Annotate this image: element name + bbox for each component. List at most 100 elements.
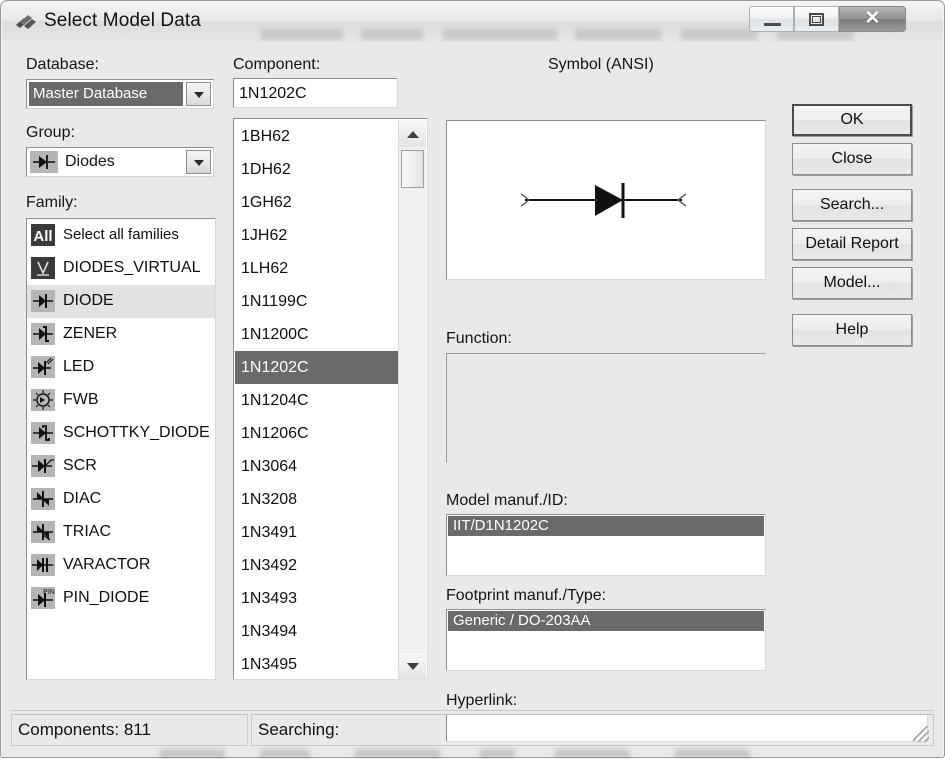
component-item[interactable]: 1N1204C [235,384,400,417]
model-manufacturer-list[interactable]: IIT/D1N1202C [446,514,766,576]
component-item[interactable]: 1BH62 [235,120,400,153]
family-item-led[interactable]: LED [27,351,215,384]
status-searching-panel: Searching: [251,714,934,746]
component-item[interactable]: 1N1206C [235,417,400,450]
chevron-down-icon[interactable] [186,150,211,174]
family-label: Family: [26,194,78,211]
family-item-schottky-diode[interactable]: SCHOTTKY_DIODE [27,417,215,450]
component-item[interactable]: 1JH62 [235,219,400,252]
component-item[interactable]: 1N1202C [235,351,400,384]
family-item-label: PIN_DIODE [63,589,150,606]
component-item[interactable]: 1GH62 [235,186,400,219]
all-icon: All [31,224,55,246]
detail-report-button[interactable]: Detail Report [792,228,912,260]
component-item[interactable]: 1N3064 [235,450,400,483]
family-item-fwb[interactable]: FWB [27,384,215,417]
family-item-diodes-virtual[interactable]: DIODES_VIRTUAL [27,252,215,285]
family-item-label: SCR [63,457,97,474]
symbol-title: Symbol (ANSI) [548,56,654,73]
component-item[interactable]: 1N3493 [235,582,400,615]
close-dialog-button[interactable]: Close [792,143,912,175]
diode-icon [30,151,58,173]
varactor-icon [31,554,55,576]
window-title: Select Model Data [44,10,201,31]
scroll-down-icon[interactable] [399,653,426,680]
group-label: Group: [26,124,75,141]
component-item[interactable]: 1LH62 [235,252,400,285]
diode-symbol [520,183,687,218]
status-separator [11,710,934,711]
family-item-zener[interactable]: ZENER [27,318,215,351]
database-combobox[interactable]: Master Database [26,79,214,109]
footprint-manufacturer-label: Footprint manuf./Type: [446,587,607,604]
diode-virtual-icon [31,257,55,279]
family-item-select-all-families[interactable]: All Select all families [27,219,215,252]
component-item[interactable]: 1N1200C [235,318,400,351]
component-list[interactable]: 1BH62 1DH62 1GH62 1JH62 1LH62 1N1199C 1N1200C 1… [233,118,428,680]
component-item[interactable]: 1N3208 [235,483,400,516]
component-item[interactable]: 1N3495 [235,648,400,679]
select-model-data-dialog: Select Model Data ✕ Database: Master Dat… [0,0,945,759]
maximize-icon-inner [812,16,821,23]
family-item-label: Select all families [63,226,179,243]
minimize-button[interactable] [749,6,794,32]
family-item-pin-diode[interactable]: PIN PIN_DIODE [27,582,215,615]
family-item-diac[interactable]: DIAC [27,483,215,516]
close-button[interactable]: ✕ [839,6,906,32]
component-item[interactable]: 1N3491 [235,516,400,549]
zener-icon [31,323,55,345]
dialog-body: Database: Master Database Group: Diodes … [2,42,943,759]
family-item-scr[interactable]: SCR [27,450,215,483]
hyperlink-label: Hyperlink: [446,692,518,709]
component-item[interactable]: 1N3492 [235,549,400,582]
led-icon [31,356,55,378]
title-bar[interactable]: Select Model Data ✕ [2,2,943,43]
family-item-label: LED [63,358,95,375]
ok-button[interactable]: OK [792,104,912,136]
resize-grip-icon[interactable] [913,726,929,742]
model-button[interactable]: Model... [792,267,912,299]
schottky-diode-icon [31,422,55,444]
group-combobox[interactable]: Diodes [26,147,214,177]
component-item[interactable]: 1DH62 [235,153,400,186]
scrollbar-thumb[interactable] [401,150,424,188]
searching-status: Searching: [258,720,340,739]
family-item-label: FWB [63,391,99,408]
family-item-varactor[interactable]: VARACTOR [27,549,215,582]
minimize-icon [764,23,781,26]
full-wave-bridge-icon [31,389,55,411]
component-item[interactable]: 1N3494 [235,615,400,648]
books-icon [15,13,37,31]
family-item-label: SCHOTTKY_DIODE [63,424,210,441]
maximize-button[interactable] [794,6,839,32]
scroll-up-icon[interactable] [399,120,426,147]
model-manufacturer-value[interactable]: IIT/D1N1202C [448,516,764,536]
family-item-label: VARACTOR [63,556,151,573]
scr-icon [31,455,55,477]
family-item-label: DIODE [63,292,114,309]
status-components-panel: Components: 811 [11,714,248,746]
svg-text:PIN: PIN [43,589,55,596]
component-label: Component: [233,56,321,73]
component-search-input[interactable]: 1N1202C [233,78,398,108]
family-item-label: TRIAC [63,523,111,540]
family-item-label: DIAC [63,490,102,507]
component-item[interactable]: 1N1199C [235,285,400,318]
help-button[interactable]: Help [792,314,912,346]
footprint-manufacturer-value[interactable]: Generic / DO-203AA [448,611,764,631]
family-item-label: DIODES_VIRTUAL [63,259,201,276]
components-count: Components: 811 [18,720,151,739]
family-item-diode[interactable]: DIODE [27,285,215,318]
family-item-triac[interactable]: TRIAC [27,516,215,549]
svg-text:All: All [33,228,52,245]
search-button[interactable]: Search... [792,189,912,221]
component-list-items[interactable]: 1BH62 1DH62 1GH62 1JH62 1LH62 1N1199C 1N1200C 1… [235,120,400,679]
close-icon: ✕ [864,8,881,29]
family-list[interactable]: All Select all families DIODES_VIRTUAL DIOD… [26,218,216,680]
footprint-manufacturer-list[interactable]: Generic / DO-203AA [446,609,766,671]
triac-icon [31,521,55,543]
database-label: Database: [26,56,99,73]
function-label: Function: [446,330,512,347]
component-list-scrollbar[interactable] [398,120,426,680]
chevron-down-icon[interactable] [186,82,211,106]
